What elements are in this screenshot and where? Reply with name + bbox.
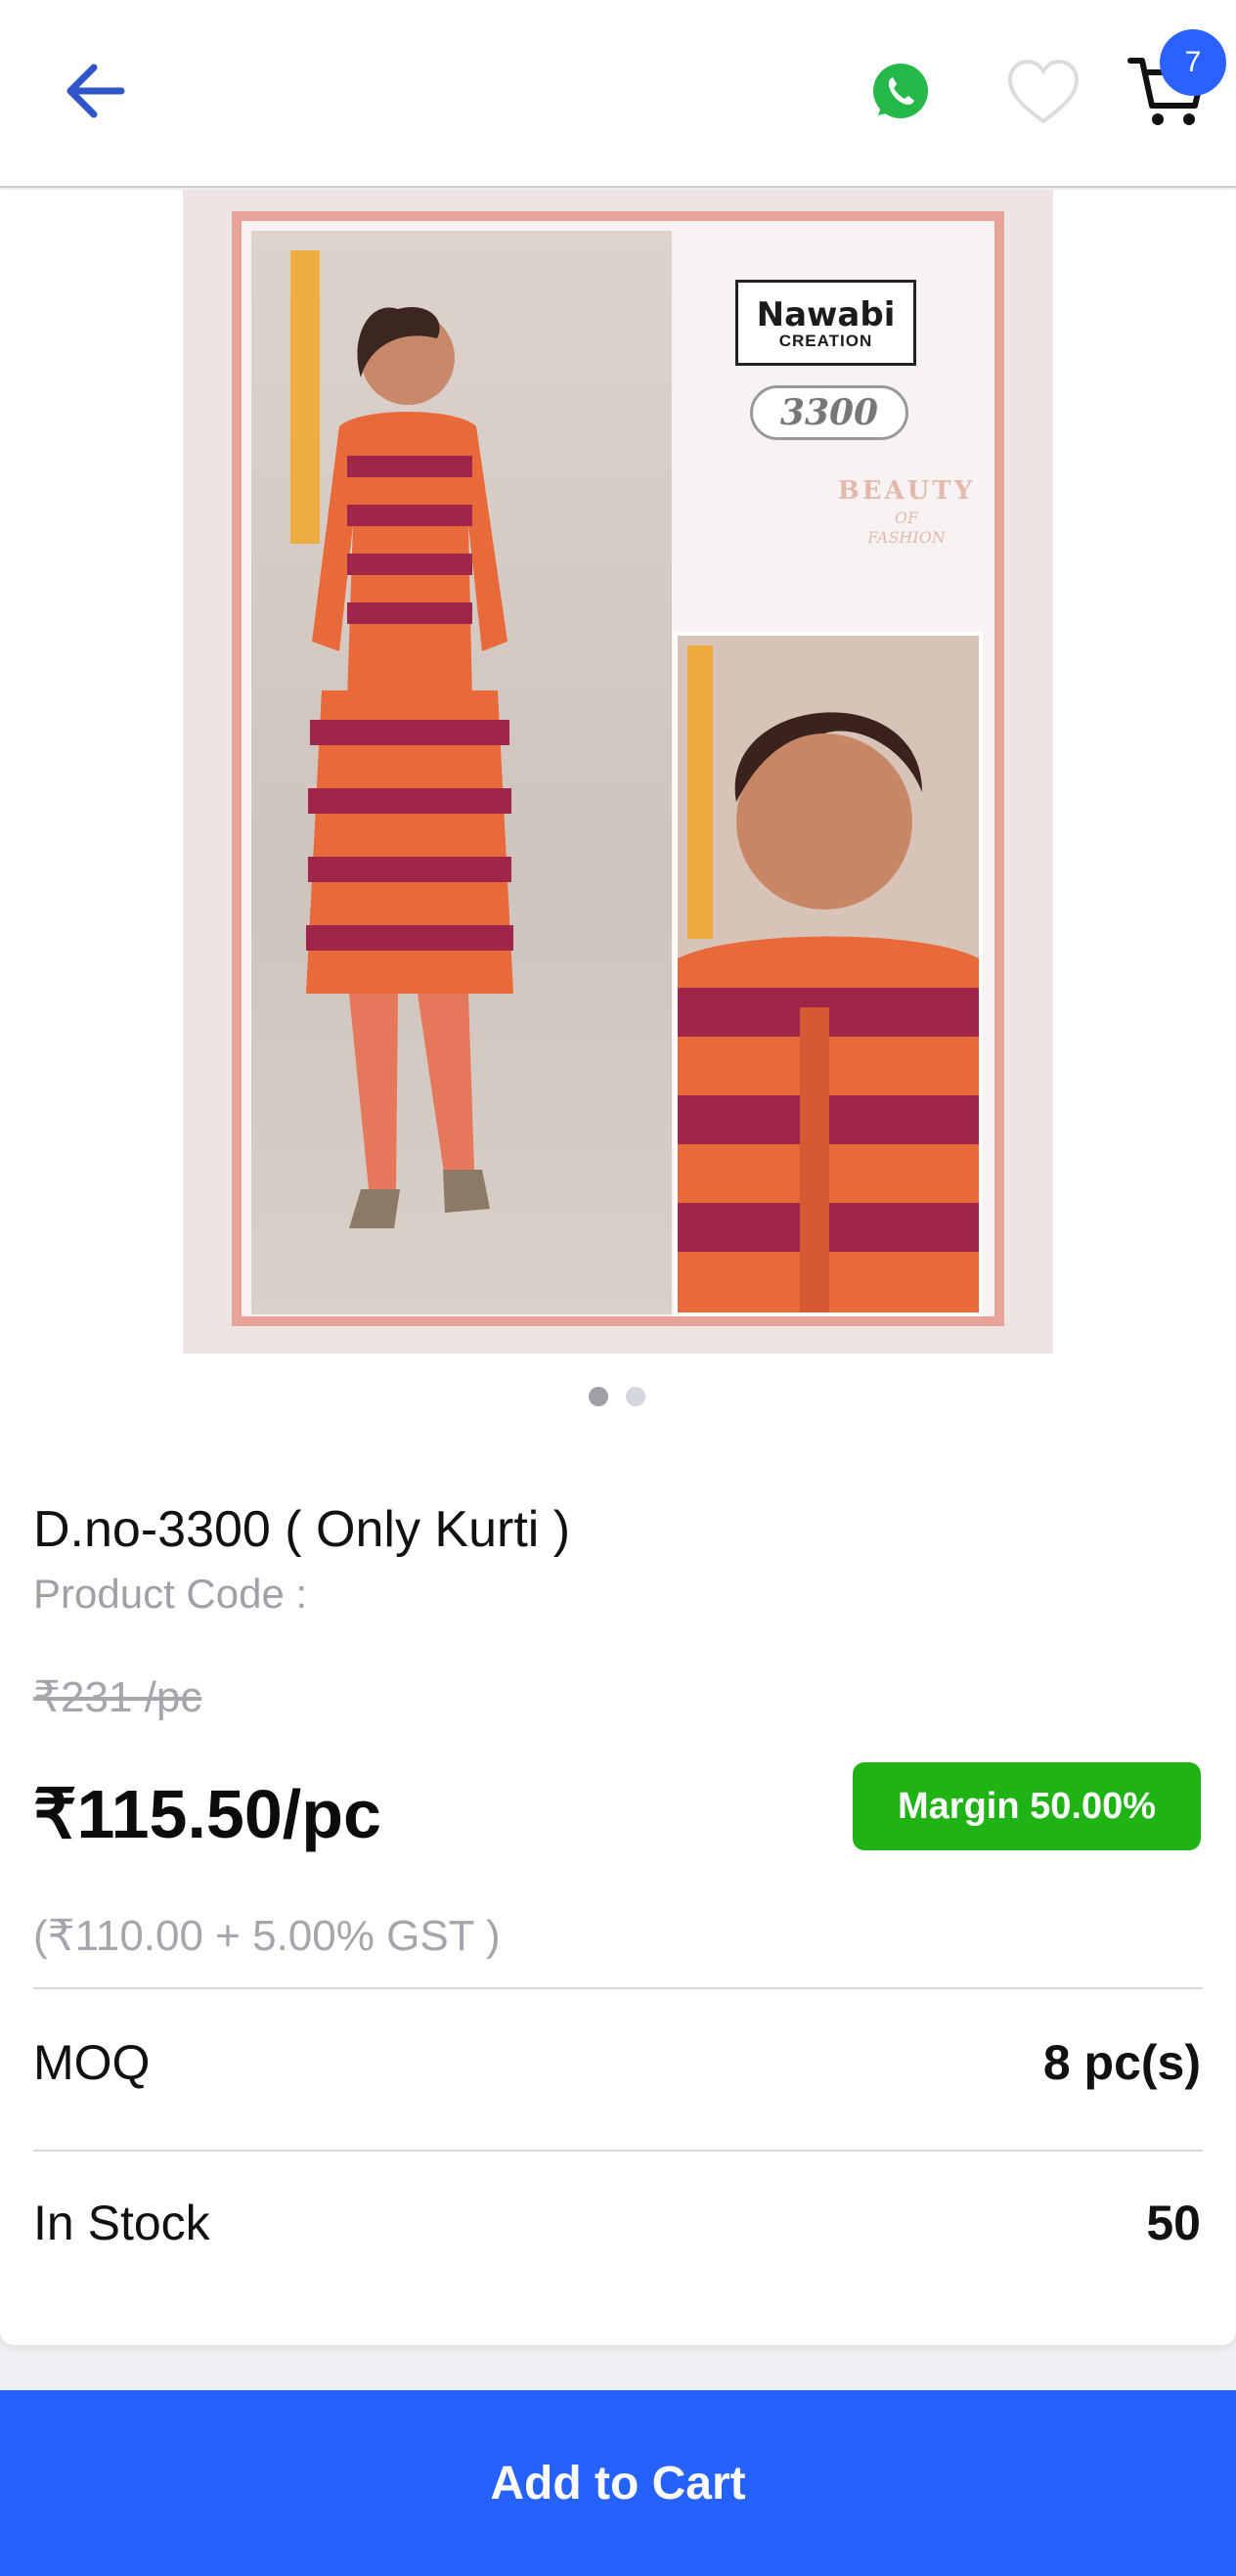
catalog-image: Nawabi CREATION 3300 BEAUTY OF FASHION [232, 211, 1004, 1326]
carousel-dot-1[interactable] [589, 1387, 608, 1406]
arrow-left-icon [66, 64, 125, 118]
tagline-sub: OF FASHION [828, 509, 985, 548]
design-number-badge: 3300 [750, 385, 908, 440]
brand-subtitle: CREATION [778, 332, 873, 350]
carousel-dot-2[interactable] [626, 1387, 645, 1406]
gst-breakup: (₹110.00 + 5.00% GST ) [33, 1912, 501, 1960]
tagline: BEAUTY [837, 476, 976, 506]
brand-logo: Nawabi CREATION [735, 280, 916, 366]
whatsapp-button[interactable] [868, 59, 933, 123]
tagline-of: OF [894, 509, 919, 527]
model-full-length-photo [251, 231, 672, 1314]
carousel-indicator [589, 1387, 649, 1408]
heart-icon [1007, 59, 1080, 124]
selling-price: ₹115.50/pc [33, 1776, 381, 1852]
product-image-carousel[interactable]: Nawabi CREATION 3300 BEAUTY OF FASHION [183, 190, 1053, 1354]
original-price: ₹231 /pc [33, 1673, 202, 1721]
brand-name: Nawabi [756, 295, 896, 334]
stock-value: 50 [1146, 2196, 1201, 2250]
moq-label: MOQ [33, 2035, 151, 2090]
app-header: 7 [0, 0, 1236, 188]
product-title: D.no-3300 ( Only Kurti ) [33, 1501, 571, 1558]
cart-count-badge: 7 [1160, 29, 1226, 96]
wishlist-button[interactable] [1005, 57, 1082, 127]
divider [33, 1987, 1203, 1989]
product-code-label: Product Code : [33, 1571, 308, 1617]
back-button[interactable] [57, 54, 135, 132]
whatsapp-icon [873, 64, 928, 118]
margin-badge: Margin 50.00% [853, 1762, 1201, 1850]
add-to-cart-button[interactable]: Add to Cart [0, 2390, 1236, 2576]
divider [33, 2150, 1203, 2152]
stock-label: In Stock [33, 2196, 210, 2250]
tagline-fashion: FASHION [867, 528, 946, 547]
moq-value: 8 pc(s) [1042, 2035, 1201, 2090]
model-closeup-photo [674, 632, 983, 1316]
product-card: Nawabi CREATION 3300 BEAUTY OF FASHION D… [0, 190, 1236, 2345]
